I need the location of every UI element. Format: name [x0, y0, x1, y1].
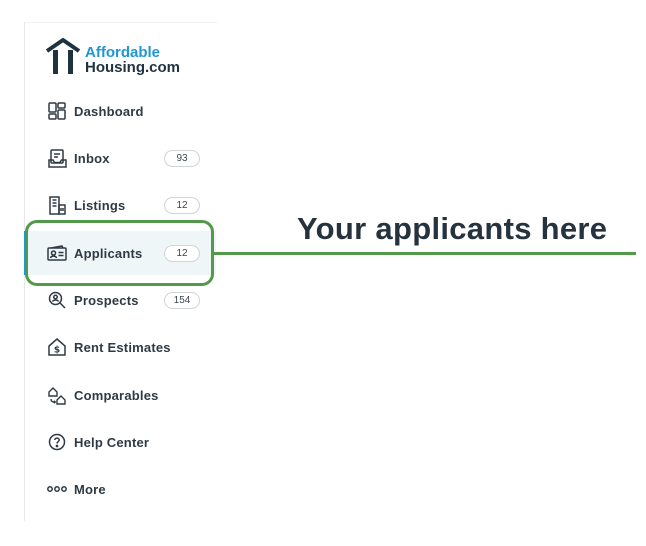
- callout-pointer-line: [214, 252, 636, 255]
- logo-text-affordable: Affordable: [85, 44, 160, 61]
- applicants-highlight-box: [25, 220, 214, 286]
- svg-text:$: $: [54, 346, 60, 356]
- inbox-count-badge: 93: [164, 150, 200, 167]
- sidebar-item-help-center[interactable]: Help Center: [25, 420, 216, 464]
- help-center-icon: [46, 431, 68, 453]
- sidebar-item-comparables[interactable]: Comparables: [25, 373, 216, 417]
- sidebar-item-label: Help Center: [74, 434, 150, 450]
- affordable-housing-logo[interactable]: Affordable Housing.com: [45, 35, 180, 75]
- sidebar-item-label: Inbox: [74, 150, 110, 166]
- listings-icon: [46, 194, 68, 216]
- sidebar-item-dashboard[interactable]: Dashboard: [25, 89, 216, 133]
- logo-text-housing: Housing.com: [85, 59, 181, 76]
- rent-estimates-icon: $: [46, 336, 68, 358]
- sidebar-item-label: More: [74, 481, 106, 497]
- sidebar-item-label: Rent Estimates: [74, 339, 171, 355]
- sidebar-item-more[interactable]: More: [25, 467, 216, 511]
- house-logo-icon: [45, 38, 81, 74]
- sidebar-item-rent-estimates[interactable]: $ Rent Estimates: [25, 325, 216, 369]
- more-icon: [46, 478, 68, 500]
- inbox-icon: [46, 147, 68, 169]
- sidebar-item-inbox[interactable]: Inbox 93: [25, 136, 216, 180]
- callout-text: Your applicants here: [297, 211, 608, 246]
- sidebar-item-label: Comparables: [74, 387, 159, 403]
- dashboard-icon: [46, 100, 68, 122]
- listings-count-badge: 12: [164, 197, 200, 214]
- sidebar-item-label: Prospects: [74, 292, 139, 308]
- prospects-icon: [46, 289, 68, 311]
- sidebar-item-label: Listings: [74, 197, 126, 213]
- sidebar-item-label: Dashboard: [74, 103, 144, 119]
- comparables-icon: [46, 384, 68, 406]
- prospects-count-badge: 154: [164, 292, 200, 309]
